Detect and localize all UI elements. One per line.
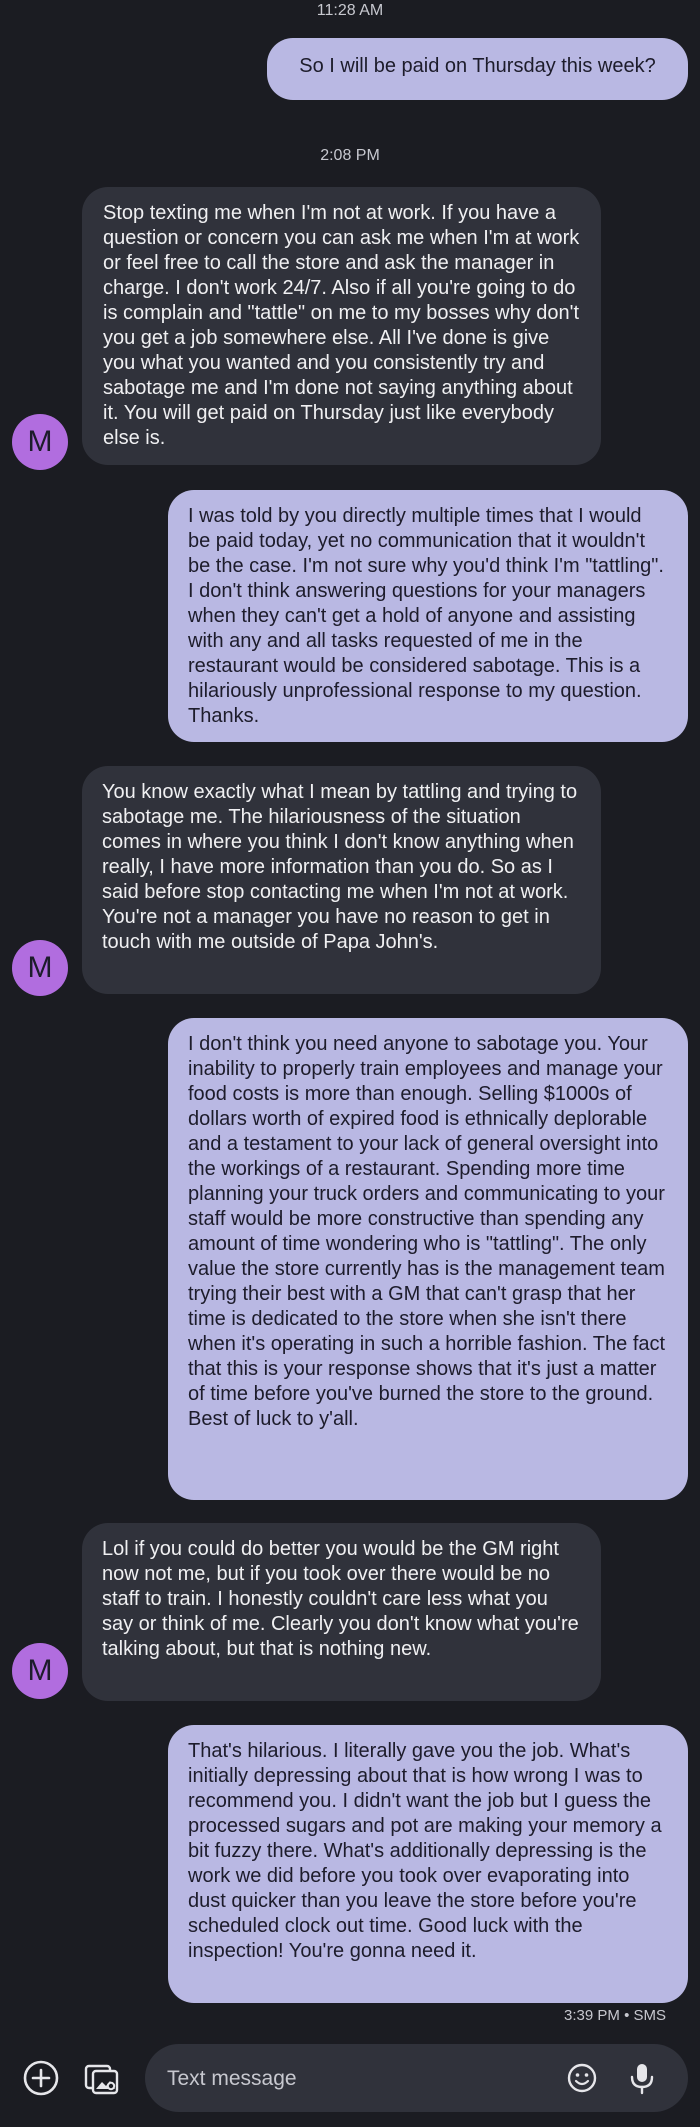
gallery-icon[interactable]: [80, 2056, 124, 2100]
message-outgoing[interactable]: I don't think you need anyone to sabotag…: [168, 1018, 688, 1500]
message-outgoing[interactable]: That's hilarious. I literally gave you t…: [168, 1725, 688, 2003]
message-status: 3:39 PM • SMS: [564, 2007, 666, 2024]
emoji-icon[interactable]: [560, 2056, 604, 2100]
contact-avatar[interactable]: M: [12, 940, 68, 996]
contact-avatar[interactable]: M: [12, 414, 68, 470]
mic-icon[interactable]: [620, 2056, 664, 2100]
add-icon[interactable]: [19, 2056, 63, 2100]
contact-avatar[interactable]: M: [12, 1643, 68, 1699]
message-incoming[interactable]: Stop texting me when I'm not at work. If…: [82, 187, 601, 465]
timestamp: 11:28 AM: [316, 2, 384, 19]
message-incoming[interactable]: Lol if you could do better you would be …: [82, 1523, 601, 1701]
message-outgoing[interactable]: I was told by you directly multiple time…: [168, 490, 688, 742]
message-input-container: [145, 2044, 688, 2114]
message-incoming[interactable]: You know exactly what I mean by tattling…: [82, 766, 601, 994]
message-input[interactable]: [165, 2044, 549, 2114]
message-outgoing[interactable]: So I will be paid on Thursday this week?: [267, 38, 688, 100]
timestamp: 2:08 PM: [320, 147, 380, 164]
compose-bar: [0, 2036, 700, 2127]
